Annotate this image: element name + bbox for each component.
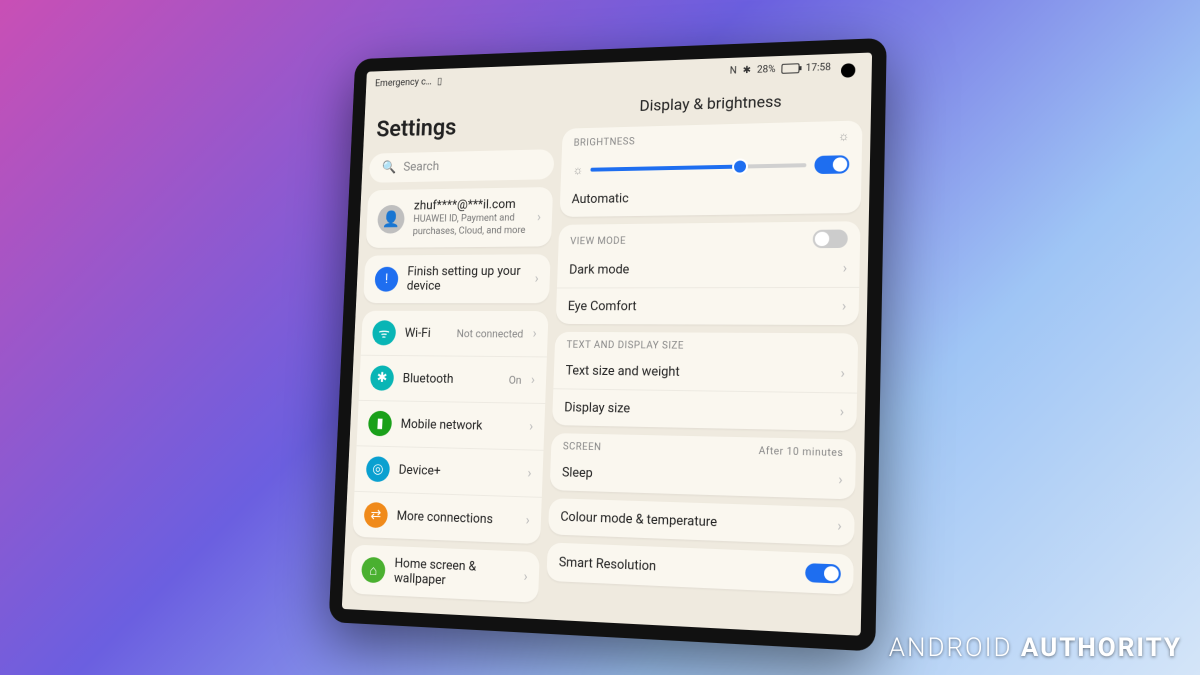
- text-size-row[interactable]: Text size and weight ›: [554, 352, 858, 393]
- camera-punch-hole: [841, 63, 856, 78]
- nfc-icon: N: [730, 65, 737, 76]
- setup-row[interactable]: ! Finish setting up your device ›: [363, 254, 551, 303]
- chevron-right-icon: ›: [843, 260, 848, 276]
- device-frame: Emergency c… ▯ N ✱ 28% 17:58 Settings 🔍 …: [329, 37, 887, 651]
- eye-comfort-row[interactable]: Eye Comfort ›: [556, 287, 859, 324]
- conn-icon: ⇄: [364, 501, 389, 527]
- settings-sidebar: Settings 🔍 Search 👤 zhuf****@***il.com H…: [349, 89, 557, 610]
- battery-percent: 28%: [757, 63, 776, 75]
- sleep-label: Sleep: [562, 464, 828, 487]
- chevron-right-icon: ›: [523, 568, 528, 584]
- brightness-auto-toggle[interactable]: [814, 155, 849, 174]
- conn-icon: ᯤ: [372, 320, 396, 345]
- sun-large-icon: ☼: [838, 128, 850, 142]
- sidebar-item-value: Not connected: [456, 326, 523, 339]
- sidebar-item-value: On: [508, 373, 521, 386]
- emergency-text: Emergency c…: [375, 76, 432, 88]
- brightness-header: BRIGHTNESS: [573, 135, 635, 147]
- sidebar-item-label: Wi-Fi: [404, 325, 447, 340]
- chevron-right-icon: ›: [838, 471, 843, 488]
- conn-icon: ◎: [366, 456, 391, 482]
- dark-mode-row[interactable]: Dark mode ›: [557, 249, 860, 288]
- search-placeholder: Search: [403, 159, 439, 174]
- chevron-right-icon: ›: [525, 512, 530, 528]
- display-size-label: Display size: [564, 399, 830, 419]
- account-email: zhuf****@***il.com: [414, 197, 529, 213]
- chevron-right-icon: ›: [534, 270, 539, 286]
- sun-small-icon: ☼: [572, 163, 583, 177]
- chevron-right-icon: ›: [840, 403, 845, 420]
- conn-icon: ▮: [368, 410, 393, 436]
- sidebar-item-label: Bluetooth: [402, 371, 499, 387]
- sidebar-item-home[interactable]: ⌂ Home screen & wallpaper ›: [350, 544, 540, 602]
- textsize-header: TEXT AND DISPLAY SIZE: [566, 339, 684, 351]
- setup-label: Finish setting up your device: [406, 264, 525, 293]
- sleep-row[interactable]: Sleep ›: [550, 454, 856, 499]
- chevron-right-icon: ›: [842, 298, 847, 314]
- dark-mode-label: Dark mode: [569, 260, 833, 276]
- screen-value: After 10 minutes: [759, 445, 844, 458]
- search-icon: 🔍: [381, 160, 396, 174]
- brightness-slider[interactable]: [591, 163, 807, 171]
- smart-resolution-row[interactable]: Smart Resolution: [547, 542, 854, 594]
- sidebar-item-bluetooth[interactable]: ✱ Bluetooth On ›: [359, 355, 547, 403]
- avatar-icon: 👤: [377, 204, 405, 233]
- viewmode-toggle[interactable]: [813, 229, 848, 248]
- chevron-right-icon: ›: [537, 208, 542, 224]
- eye-comfort-label: Eye Comfort: [568, 298, 832, 313]
- automatic-label: Automatic: [571, 187, 848, 206]
- sidebar-item-mobile-network[interactable]: ▮ Mobile network ›: [357, 400, 546, 450]
- bluetooth-icon: ✱: [743, 64, 752, 75]
- battery-icon: [781, 63, 799, 74]
- account-sub: HUAWEI ID, Payment and purchases, Cloud,…: [413, 211, 528, 237]
- sidebar-item-label: More connections: [396, 508, 516, 527]
- sidebar-item-label: Mobile network: [400, 416, 520, 433]
- detail-panel: Display & brightness BRIGHTNESS ☼ ☼ Auto…: [545, 78, 863, 626]
- clock-text: 17:58: [806, 61, 831, 73]
- chevron-right-icon: ›: [531, 372, 536, 388]
- sidebar-item-more-connections[interactable]: ⇄ More connections ›: [352, 491, 542, 543]
- chevron-right-icon: ›: [529, 418, 534, 434]
- chevron-right-icon: ›: [837, 517, 842, 534]
- text-size-label: Text size and weight: [565, 363, 830, 381]
- card-icon: ▯: [437, 75, 442, 86]
- watermark: ANDROID AUTHORITY: [889, 633, 1182, 663]
- sidebar-item-device-[interactable]: ◎ Device+ ›: [354, 446, 543, 498]
- home-icon: ⌂: [361, 556, 386, 583]
- info-icon: !: [374, 266, 398, 291]
- smart-resolution-label: Smart Resolution: [559, 554, 796, 580]
- conn-icon: ✱: [370, 365, 394, 390]
- automatic-row[interactable]: Automatic: [560, 177, 862, 217]
- settings-title: Settings: [370, 89, 556, 146]
- home-label: Home screen & wallpaper: [394, 556, 515, 591]
- viewmode-header: VIEW MODE: [570, 235, 626, 246]
- chevron-right-icon: ›: [840, 365, 845, 382]
- search-input[interactable]: 🔍 Search: [369, 149, 555, 183]
- colour-mode-row[interactable]: Colour mode & temperature ›: [548, 498, 854, 546]
- chevron-right-icon: ›: [527, 465, 532, 481]
- display-size-row[interactable]: Display size ›: [552, 389, 857, 431]
- colour-mode-label: Colour mode & temperature: [560, 509, 827, 534]
- chevron-right-icon: ›: [532, 325, 537, 341]
- screen-header: SCREEN: [563, 441, 602, 453]
- smart-resolution-toggle[interactable]: [805, 563, 841, 584]
- account-row[interactable]: 👤 zhuf****@***il.com HUAWEI ID, Payment …: [366, 186, 554, 247]
- sidebar-item-label: Device+: [398, 462, 518, 480]
- sidebar-item-wi-fi[interactable]: ᯤ Wi-Fi Not connected ›: [361, 310, 549, 357]
